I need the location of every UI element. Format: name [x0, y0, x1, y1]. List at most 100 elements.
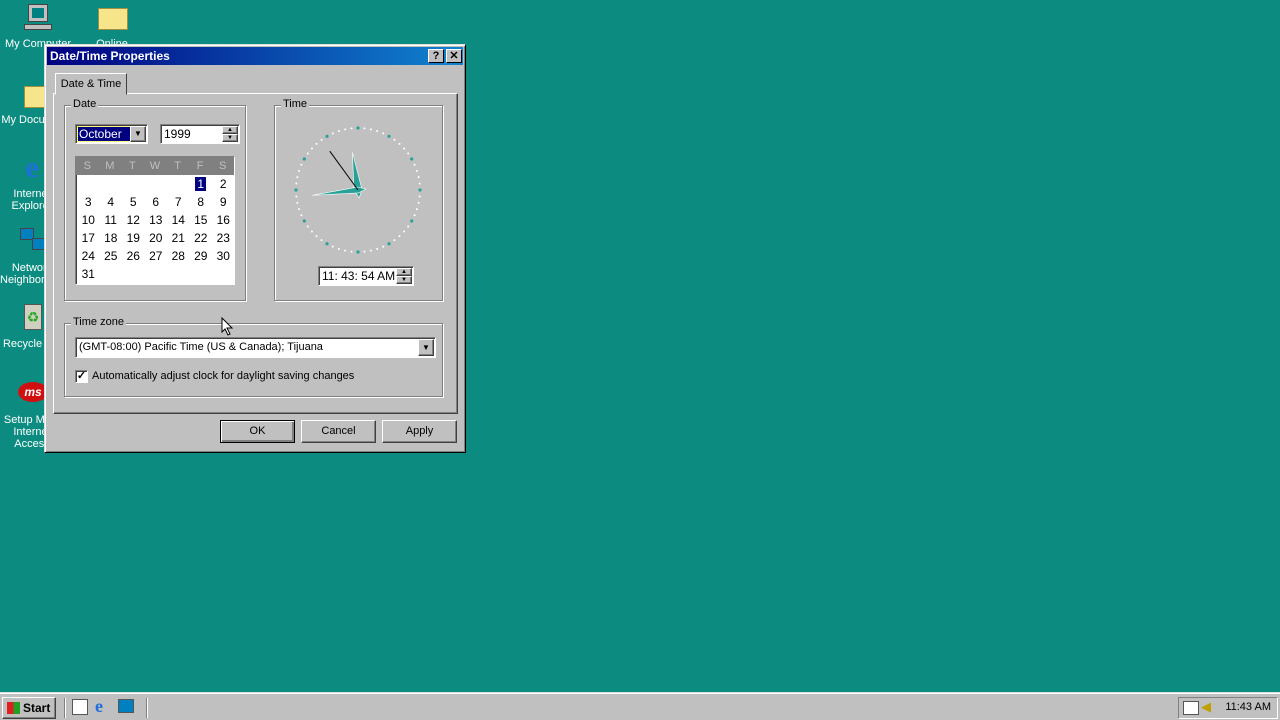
weekday-label: T [129, 160, 136, 172]
hour-marker [410, 219, 414, 223]
minute-marker [382, 245, 385, 248]
minute-marker [300, 214, 303, 217]
minute-marker [382, 132, 385, 135]
dst-checkbox[interactable]: ✓ [75, 370, 88, 383]
calendar-day[interactable]: 14 [167, 211, 190, 229]
hour-marker [410, 157, 414, 161]
minute-marker [369, 249, 372, 252]
calendar-day[interactable]: 21 [167, 229, 190, 247]
calendar-day[interactable]: 20 [145, 229, 168, 247]
calendar-day[interactable]: 4 [100, 193, 123, 211]
calendar-day[interactable]: 8 [190, 193, 213, 211]
minute-marker [398, 142, 401, 145]
calendar-day[interactable]: 10 [77, 211, 100, 229]
taskbar: Start e ◀ 11:43 AM [0, 692, 1280, 720]
calendar-day[interactable]: 31 [77, 265, 100, 283]
calendar-day[interactable]: 3 [77, 193, 100, 211]
minute-marker [407, 225, 410, 228]
taskbar-clock[interactable]: 11:43 AM [1225, 701, 1271, 713]
calendar-day[interactable]: 25 [100, 247, 123, 265]
calendar-day[interactable]: 19 [122, 229, 145, 247]
chevron-down-icon[interactable]: ▼ [130, 126, 146, 142]
calendar-day[interactable]: 24 [77, 247, 100, 265]
volume-icon[interactable]: ◀ [1201, 699, 1211, 715]
divider [64, 698, 66, 718]
help-button[interactable]: ? [428, 49, 444, 63]
minute-marker [350, 250, 353, 253]
minute-marker [376, 130, 379, 133]
minute-marker [306, 152, 309, 155]
computer-icon [22, 2, 54, 34]
calendar-day[interactable]: 12 [122, 211, 145, 229]
title-bar[interactable]: Date/Time Properties ? ✕ [47, 47, 463, 65]
ok-button[interactable]: OK [220, 420, 295, 443]
calendar-day[interactable]: 2 [212, 175, 235, 193]
minute-marker [296, 201, 299, 204]
minute-marker [393, 239, 396, 242]
calendar-days: 1 2 3 4 5 6 7 8 9 10 11 12 13 14 15 16 17 18 19 20 21 22 23 24 2… [76, 175, 234, 283]
time-zone-dropdown[interactable]: (GMT-08:00) Pacific Time (US & Canada); … [75, 337, 436, 358]
minute-marker [398, 235, 401, 238]
minute-marker [393, 138, 396, 141]
show-desktop-icon[interactable] [72, 699, 88, 715]
calendar-day[interactable]: 15 [190, 211, 213, 229]
calendar-day[interactable]: 16 [212, 211, 235, 229]
calendar-day[interactable]: 18 [100, 229, 123, 247]
minute-marker [344, 249, 347, 252]
scheduler-icon[interactable] [1183, 701, 1199, 715]
calendar-day[interactable]: 22 [190, 229, 213, 247]
time-zone-group: Time zone [64, 316, 443, 397]
time-spinner[interactable]: 11: 43: 54 AM ▲ ▼ [318, 266, 414, 286]
month-dropdown[interactable]: October ▼ [75, 124, 148, 144]
calendar-day[interactable]: 13 [145, 211, 168, 229]
minute-marker [337, 130, 340, 133]
calendar-day[interactable]: 27 [145, 247, 168, 265]
calendar-day[interactable]: 17 [77, 229, 100, 247]
minute-marker [415, 208, 418, 211]
calendar-day[interactable]: 6 [145, 193, 168, 211]
empty-cell [167, 175, 190, 193]
weekday-label: S [83, 160, 91, 172]
weekday-label: W [149, 160, 161, 172]
minute-marker [413, 214, 416, 217]
calendar-day[interactable]: 30 [212, 247, 235, 265]
minute-marker [337, 247, 340, 250]
ie-quicklaunch-icon[interactable]: e [95, 696, 103, 717]
spin-down-icon[interactable]: ▼ [396, 276, 412, 284]
calendar-day[interactable]: 5 [122, 193, 145, 211]
cancel-button[interactable]: Cancel [301, 420, 376, 443]
calendar-day[interactable]: 9 [212, 193, 235, 211]
spin-down-icon[interactable]: ▼ [222, 134, 238, 142]
tab-date-time[interactable]: Date & Time [55, 73, 127, 95]
weekday-label: M [105, 160, 115, 172]
hour-marker [387, 134, 391, 138]
calendar-day[interactable]: 29 [190, 247, 213, 265]
calendar-day[interactable]: 1 [190, 175, 213, 193]
minute-marker [320, 239, 323, 242]
minute-marker [344, 128, 347, 131]
calendar-day[interactable]: 26 [122, 247, 145, 265]
hour-marker [325, 242, 329, 246]
desktop-icon-my-computer[interactable]: My Computer [0, 2, 76, 50]
start-button[interactable]: Start [2, 697, 56, 719]
outlook-express-icon[interactable] [118, 699, 134, 713]
spin-up-icon[interactable]: ▲ [396, 268, 412, 276]
calendar-day[interactable]: 7 [167, 193, 190, 211]
folder-icon [96, 2, 128, 34]
close-button[interactable]: ✕ [446, 49, 462, 63]
spin-up-icon[interactable]: ▲ [222, 126, 238, 134]
calendar-day[interactable]: 23 [212, 229, 235, 247]
system-tray: ◀ 11:43 AM [1178, 697, 1278, 719]
apply-button[interactable]: Apply [382, 420, 457, 443]
year-spinner[interactable]: 1999 ▲ ▼ [160, 124, 240, 144]
chevron-down-icon[interactable]: ▼ [418, 339, 434, 356]
minute-marker [300, 163, 303, 166]
calendar-day[interactable]: 11 [100, 211, 123, 229]
hour-marker [356, 250, 360, 254]
minute-marker [403, 147, 406, 150]
empty-cell [122, 175, 145, 193]
minute-marker [306, 225, 309, 228]
hour-marker [325, 134, 329, 138]
calendar-day[interactable]: 28 [167, 247, 190, 265]
minute-marker [295, 195, 298, 198]
